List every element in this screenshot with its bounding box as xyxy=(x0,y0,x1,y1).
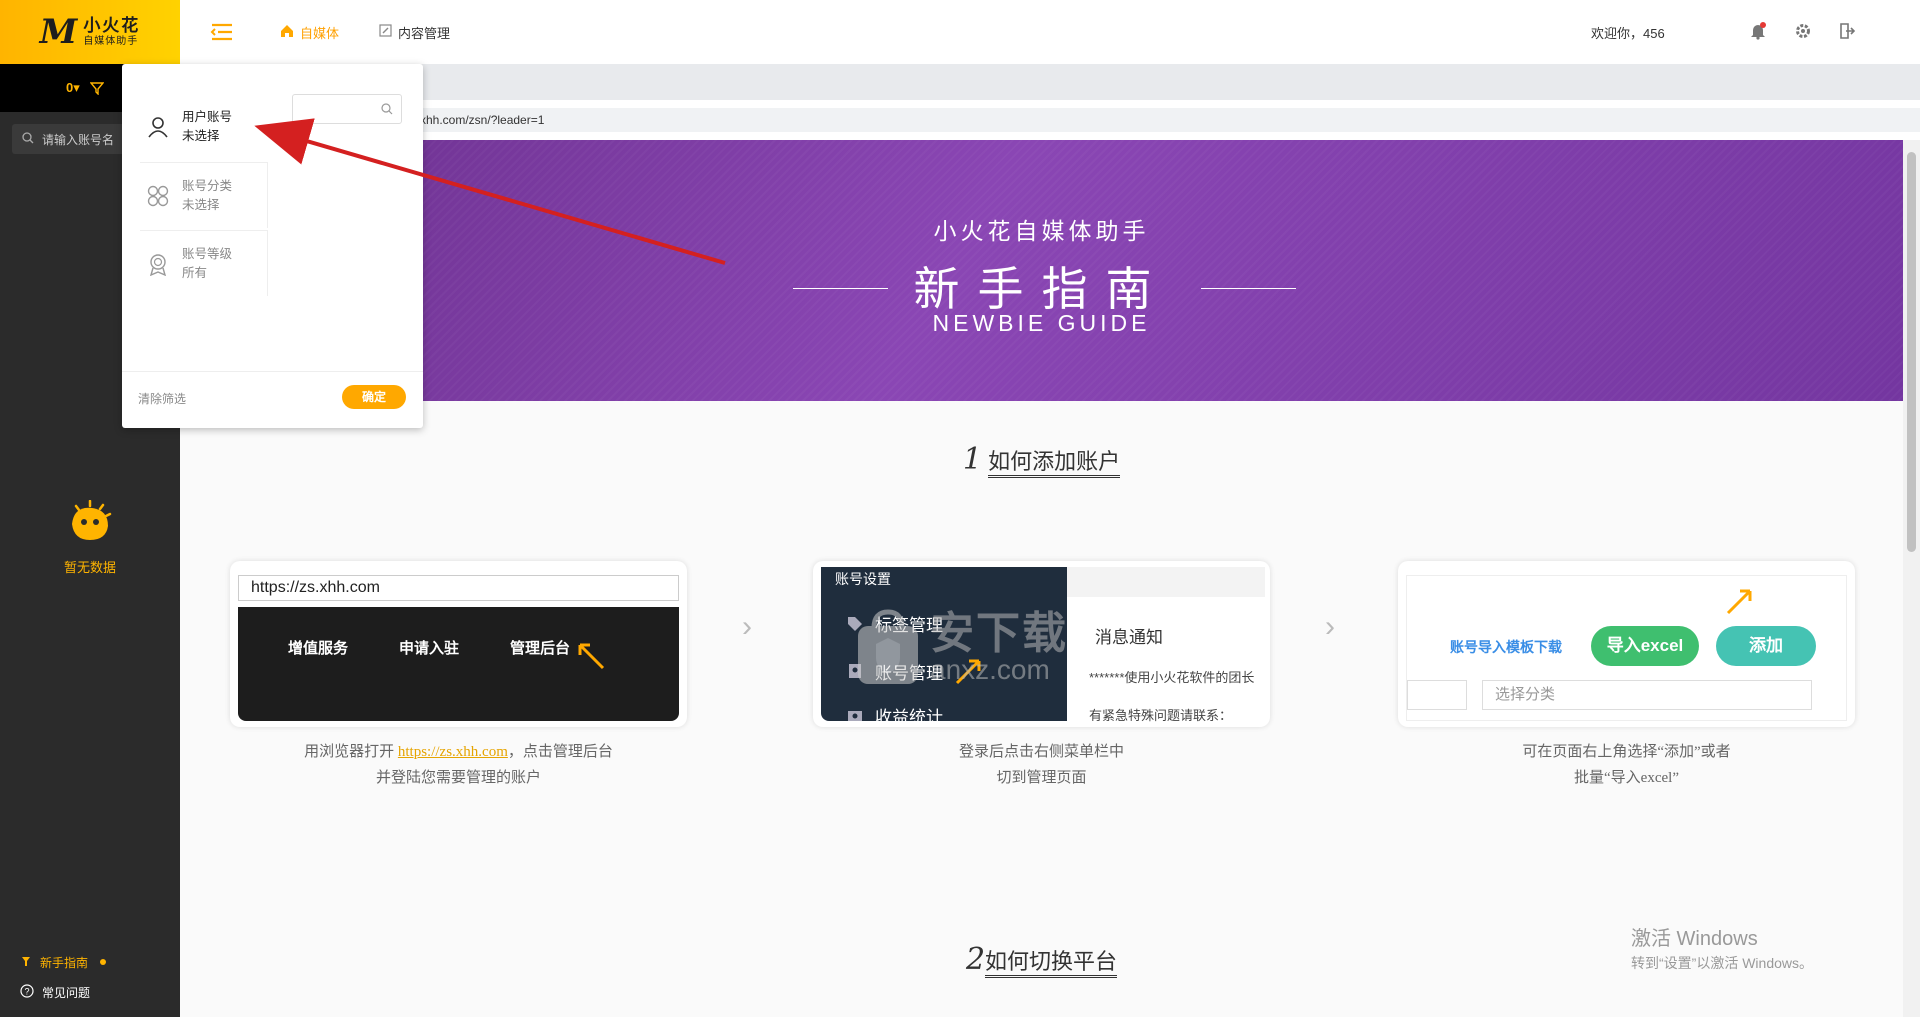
badge-icon xyxy=(149,253,167,276)
menu-toggle-icon[interactable] xyxy=(210,22,234,42)
newbie-guide-link[interactable]: 新手指南 xyxy=(20,947,107,977)
guide-content: 小火花自媒体助手 新手指南 NEWBIE GUIDE 1 如何添加账户 http… xyxy=(180,140,1903,1017)
filter-option-user-account[interactable]: 用户账号 未选择 xyxy=(140,94,268,160)
logout-icon[interactable] xyxy=(1838,22,1856,40)
logo-title: 小火花 xyxy=(83,16,141,36)
app-logo: M 小火花 自媒体助手 xyxy=(0,0,180,64)
nav-tab-content[interactable]: 内容管理 xyxy=(379,23,450,42)
clear-filter-button[interactable]: 清除筛选 xyxy=(138,390,186,407)
filter-search-input[interactable] xyxy=(292,94,402,124)
pointer-arrow-icon xyxy=(578,643,605,670)
chevron-right-icon: › xyxy=(1325,610,1335,643)
pointer-arrow-icon xyxy=(1726,589,1752,615)
confirm-button[interactable]: 确定 xyxy=(342,385,406,409)
template-download-link: 账号导入模板下载 xyxy=(1450,639,1562,655)
import-excel-button: 导入excel xyxy=(1591,626,1699,666)
filter-option-account-category[interactable]: 账号分类 未选择 xyxy=(140,162,268,228)
step-card-3: 账号导入模板下载 导入excel 添加 选择分类 xyxy=(1398,561,1855,727)
logo-subtitle: 自媒体助手 xyxy=(83,35,139,47)
welcome-text: 欢迎你，456 xyxy=(1591,25,1665,41)
nav-tab-media[interactable]: 自媒体 xyxy=(280,23,339,42)
empty-mascot-icon xyxy=(72,499,112,540)
gear-icon[interactable] xyxy=(1794,22,1812,40)
browser-url-field: https://zs.xhh.com xyxy=(238,575,679,601)
section-title-1: 1 如何添加账户 xyxy=(962,442,1121,478)
site-link[interactable]: https://zs.xhh.com xyxy=(398,744,508,760)
windows-activation-notice: 激活 Windows 转到“设置”以激活 Windows。 xyxy=(1631,928,1814,971)
banner-subtitle: 小火花自媒体助手 xyxy=(933,218,1150,244)
category-icon xyxy=(147,185,169,206)
step-caption-3: 可在页面右上角选择“添加”或者 批量“导入excel” xyxy=(1522,744,1731,786)
income-menu-item: 收益统计 xyxy=(847,703,943,727)
lamp-icon xyxy=(20,955,32,970)
filter-icon[interactable] xyxy=(89,81,105,96)
chevron-right-icon: › xyxy=(742,610,752,643)
empty-state: 暂无数据 xyxy=(0,499,180,576)
eye-icon xyxy=(848,710,862,721)
help-icon: ? xyxy=(20,983,34,1001)
sidebar-footer: 新手指南 ? 常见问题 xyxy=(20,947,107,1007)
address-bar[interactable]: xhh.com/zsn/?leader=1 xyxy=(180,108,1920,132)
top-navbar: 自媒体 内容管理 欢迎你，456 xyxy=(180,0,1920,64)
add-button: 添加 xyxy=(1716,626,1816,666)
site-watermark: 安下载 anxz.com xyxy=(852,608,1068,688)
account-filter-panel: 用户账号 未选择 账号分类 未选择 账号等级 所有 清除筛选 确定 xyxy=(122,64,423,428)
faq-link[interactable]: ? 常见问题 xyxy=(20,977,106,1007)
notification-dot xyxy=(100,959,107,965)
step-caption-1: 用浏览器打开 https://zs.xhh.com，点击管理后台 并登陆您需要管… xyxy=(304,744,613,786)
search-icon xyxy=(381,103,393,118)
search-placeholder: 请输入账号名 xyxy=(42,132,115,147)
empty-text: 暂无数据 xyxy=(63,560,116,575)
page-scrollbar[interactable] xyxy=(1903,140,1920,1017)
home-icon xyxy=(280,24,294,41)
step-caption-2: 登录后点击右侧菜单栏中 切到管理页面 xyxy=(958,744,1124,786)
account-count-dropdown[interactable]: 0▾ xyxy=(66,80,80,96)
svg-text:?: ? xyxy=(24,986,29,996)
category-select: 选择分类 xyxy=(1482,680,1812,710)
search-icon xyxy=(22,131,34,147)
filter-option-account-level[interactable]: 账号等级 所有 xyxy=(140,230,268,296)
banner-english: NEWBIE GUIDE xyxy=(932,310,1151,336)
user-icon xyxy=(148,117,168,138)
tab-strip xyxy=(180,64,1920,100)
bell-icon[interactable] xyxy=(1749,22,1767,40)
shield-bag-icon xyxy=(858,609,918,684)
logo-mark: M xyxy=(39,12,78,52)
step-card-1: https://zs.xhh.com 增值服务 申请入驻 管理后台 xyxy=(230,561,687,727)
guide-banner: 小火花自媒体助手 新手指南 NEWBIE GUIDE xyxy=(180,140,1903,401)
edit-icon xyxy=(379,24,392,40)
